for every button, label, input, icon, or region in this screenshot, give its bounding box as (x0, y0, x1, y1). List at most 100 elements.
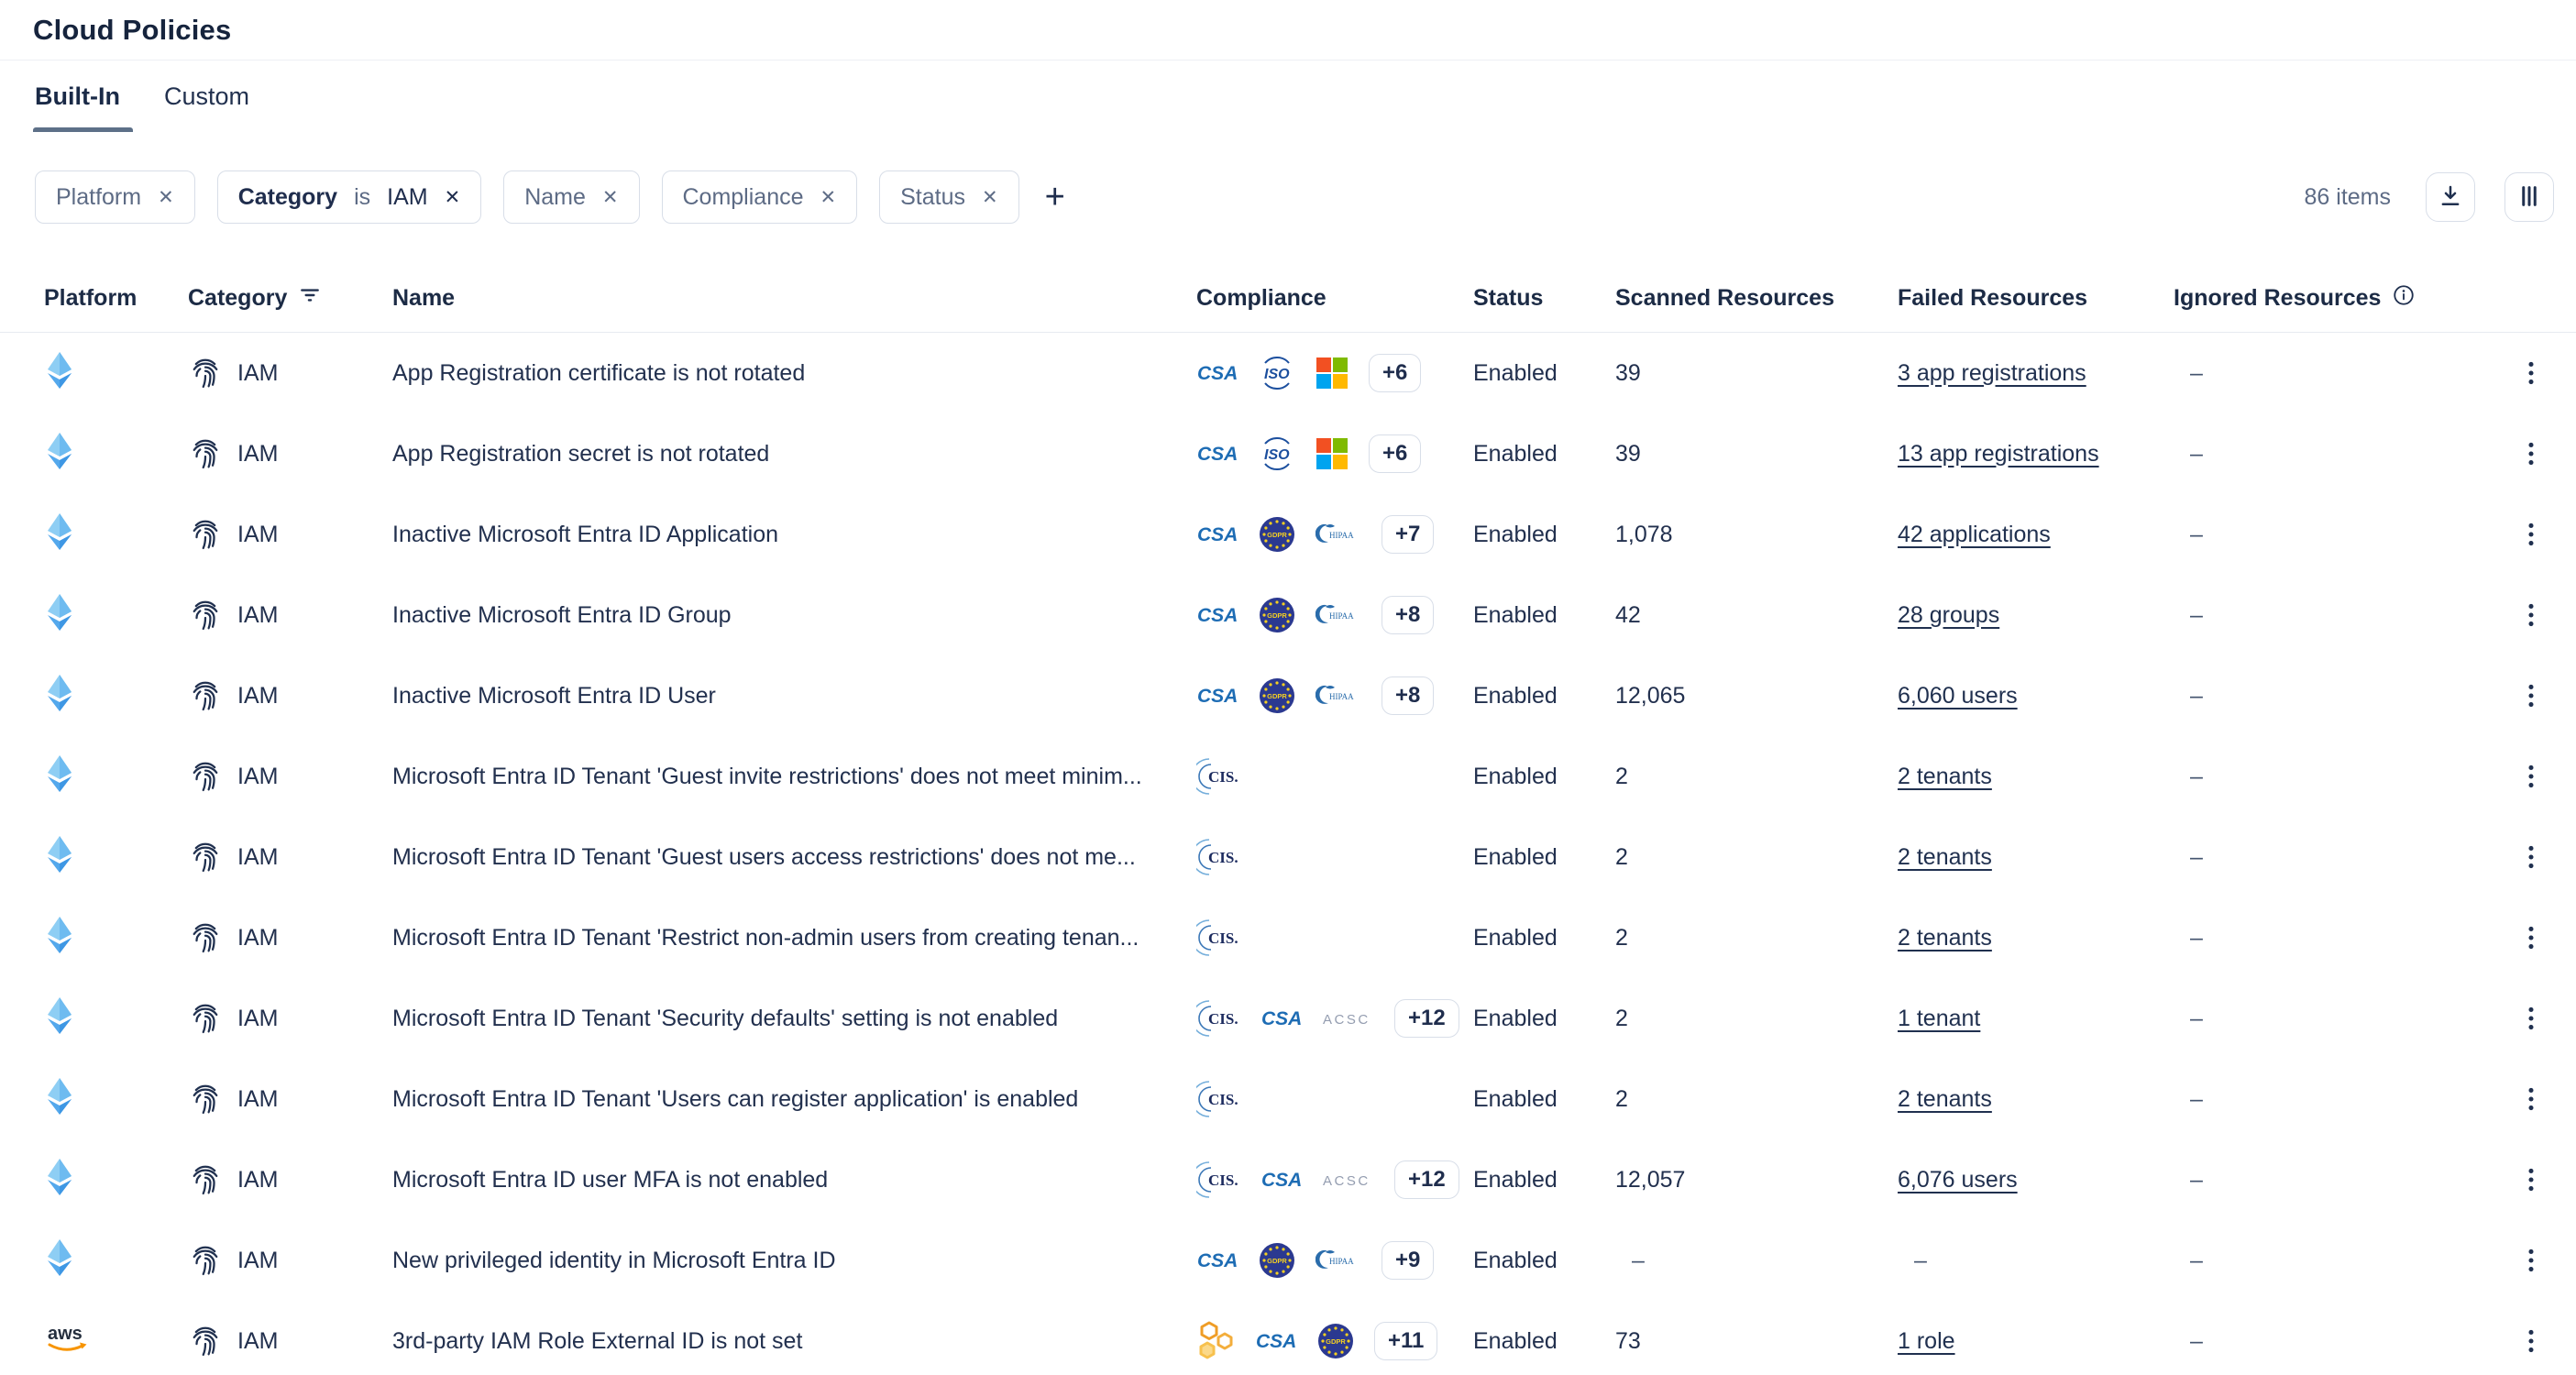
columns-button[interactable] (2504, 172, 2554, 222)
ignored-resources: – (2174, 360, 2486, 387)
column-header-failed: Failed Resources (1898, 285, 2174, 312)
kebab-menu-icon[interactable] (2519, 1002, 2543, 1035)
compliance-more-badge[interactable]: +9 (1382, 1241, 1434, 1279)
status-text: Enabled (1473, 1167, 1615, 1194)
category-label: IAM (237, 925, 278, 952)
filter-chip-platform[interactable]: Platform ✕ (35, 170, 195, 224)
policy-name: Microsoft Entra ID Tenant 'Guest invite … (392, 764, 1196, 790)
policy-name: Microsoft Entra ID Tenant 'Guest users a… (392, 844, 1196, 871)
svg-text:CSA: CSA (1261, 1170, 1302, 1191)
tab-custom[interactable]: Custom (164, 60, 249, 132)
svg-text:CIS.: CIS. (1208, 1091, 1238, 1108)
failed-resources-link[interactable]: 1 tenant (1898, 1006, 1980, 1031)
compliance-more-badge[interactable]: +6 (1369, 354, 1421, 391)
column-header-category: Category (188, 283, 392, 314)
policy-name: New privileged identity in Microsoft Ent… (392, 1248, 1196, 1274)
failed-resources: 6,060 users (1898, 683, 2174, 710)
download-button[interactable] (2426, 172, 2475, 222)
filter-bar: Platform ✕ Category is IAM ✕ Name ✕ Comp… (0, 170, 2576, 224)
compliance-badges: CSAGDPRHIPAA+8 (1196, 596, 1473, 633)
csa-badge-icon: CSA (1255, 1328, 1297, 1354)
compliance-badges: CIS.CSAACSC+12 (1196, 998, 1473, 1039)
failed-resources: – (1898, 1248, 2174, 1274)
svg-text:GDPR: GDPR (1267, 1257, 1287, 1265)
filter-chip-label: Platform (56, 184, 141, 211)
kebab-menu-icon[interactable] (2519, 1325, 2543, 1358)
remove-filter-icon[interactable]: ✕ (158, 188, 174, 207)
svg-text:HIPAA: HIPAA (1329, 692, 1354, 701)
failed-resources-link[interactable]: 3 app registrations (1898, 360, 2086, 386)
failed-resources-link[interactable]: 6,060 users (1898, 683, 2018, 709)
filter-chip-category[interactable]: Category is IAM ✕ (217, 170, 482, 224)
ignored-resources: – (2174, 1086, 2486, 1113)
info-icon[interactable] (2392, 283, 2416, 314)
kebab-menu-icon[interactable] (2519, 437, 2543, 470)
svg-text:ACSC: ACSC (1323, 1173, 1371, 1189)
policy-name: Microsoft Entra ID Tenant 'Users can reg… (392, 1086, 1196, 1113)
failed-resources: 2 tenants (1898, 844, 2174, 871)
svg-text:GDPR: GDPR (1267, 611, 1287, 620)
filter-chip-name[interactable]: Name ✕ (503, 170, 639, 224)
azure-logo-icon (46, 351, 73, 390)
compliance-more-badge[interactable]: +6 (1369, 434, 1421, 472)
status-text: Enabled (1473, 441, 1615, 468)
kebab-menu-icon[interactable] (2519, 1163, 2543, 1196)
scanned-resources: 73 (1615, 1328, 1898, 1355)
failed-resources-link[interactable]: 13 app registrations (1898, 441, 2099, 467)
filter-icon[interactable] (298, 283, 322, 314)
failed-resources-link[interactable]: 28 groups (1898, 602, 1999, 628)
compliance-badges: CSAISO+6 (1196, 434, 1473, 472)
category-label: IAM (237, 1006, 278, 1032)
remove-filter-icon[interactable]: ✕ (602, 188, 619, 207)
kebab-menu-icon[interactable] (2519, 679, 2543, 712)
kebab-menu-icon[interactable] (2519, 518, 2543, 551)
compliance-more-badge[interactable]: +8 (1382, 596, 1434, 633)
remove-filter-icon[interactable]: ✕ (445, 188, 461, 207)
remove-filter-icon[interactable]: ✕ (820, 188, 837, 207)
tab-built-in[interactable]: Built-In (35, 60, 120, 132)
failed-resources-link[interactable]: 2 tenants (1898, 844, 1992, 870)
kebab-menu-icon[interactable] (2519, 1244, 2543, 1277)
compliance-more-badge[interactable]: +11 (1374, 1322, 1437, 1359)
hexagons-badge-icon (1196, 1321, 1235, 1361)
kebab-menu-icon[interactable] (2519, 357, 2543, 390)
table-body: IAM App Registration certificate is not … (0, 333, 2576, 1375)
svg-text:GDPR: GDPR (1267, 692, 1287, 700)
column-header-status: Status (1473, 285, 1615, 312)
compliance-more-badge[interactable]: +7 (1382, 515, 1434, 553)
column-header-ignored: Ignored Resources (2174, 283, 2486, 314)
status-text: Enabled (1473, 602, 1615, 629)
compliance-badges: CIS. CSA ACSC +12 (1196, 1160, 1473, 1200)
compliance-more-badge[interactable]: +12 (1394, 999, 1459, 1037)
category-label: IAM (237, 764, 278, 790)
column-header-platform: Platform (44, 285, 188, 312)
fingerprint-icon (192, 600, 219, 631)
failed-resources: 6,076 users (1898, 1167, 2174, 1194)
kebab-menu-icon[interactable] (2519, 760, 2543, 793)
table-row: IAM Microsoft Entra ID Tenant 'Users can… (0, 1059, 2576, 1139)
cloud-policies-page: Cloud Policies Built-In Custom Platform … (0, 0, 2576, 1375)
kebab-menu-icon[interactable] (2519, 841, 2543, 874)
failed-resources-link[interactable]: 1 role (1898, 1328, 1955, 1354)
add-filter-button[interactable]: + (1045, 180, 1065, 214)
fingerprint-icon (192, 438, 219, 469)
hipaa-badge-icon: HIPAA (1316, 1247, 1361, 1274)
failed-resources-link[interactable]: 42 applications (1898, 522, 2051, 547)
failed-resources-link[interactable]: 6,076 users (1898, 1167, 2018, 1193)
filter-chip-compliance[interactable]: Compliance ✕ (662, 170, 858, 224)
compliance-more-badge[interactable]: +8 (1382, 676, 1434, 714)
gdpr-badge-icon: GDPR (1317, 1323, 1354, 1359)
remove-filter-icon[interactable]: ✕ (982, 188, 998, 207)
kebab-menu-icon[interactable] (2519, 921, 2543, 954)
failed-resources-link[interactable]: 2 tenants (1898, 764, 1992, 789)
failed-resources-link[interactable]: 2 tenants (1898, 1086, 1992, 1112)
kebab-menu-icon[interactable] (2519, 599, 2543, 632)
cis-badge-icon: CIS. (1196, 1160, 1240, 1200)
column-header-compliance: Compliance (1196, 285, 1473, 312)
kebab-menu-icon[interactable] (2519, 1083, 2543, 1116)
svg-text:GDPR: GDPR (1267, 531, 1287, 539)
azure-logo-icon (46, 593, 73, 632)
filter-chip-status[interactable]: Status ✕ (879, 170, 1018, 224)
compliance-more-badge[interactable]: +12 (1394, 1160, 1459, 1198)
failed-resources-link[interactable]: 2 tenants (1898, 925, 1992, 951)
